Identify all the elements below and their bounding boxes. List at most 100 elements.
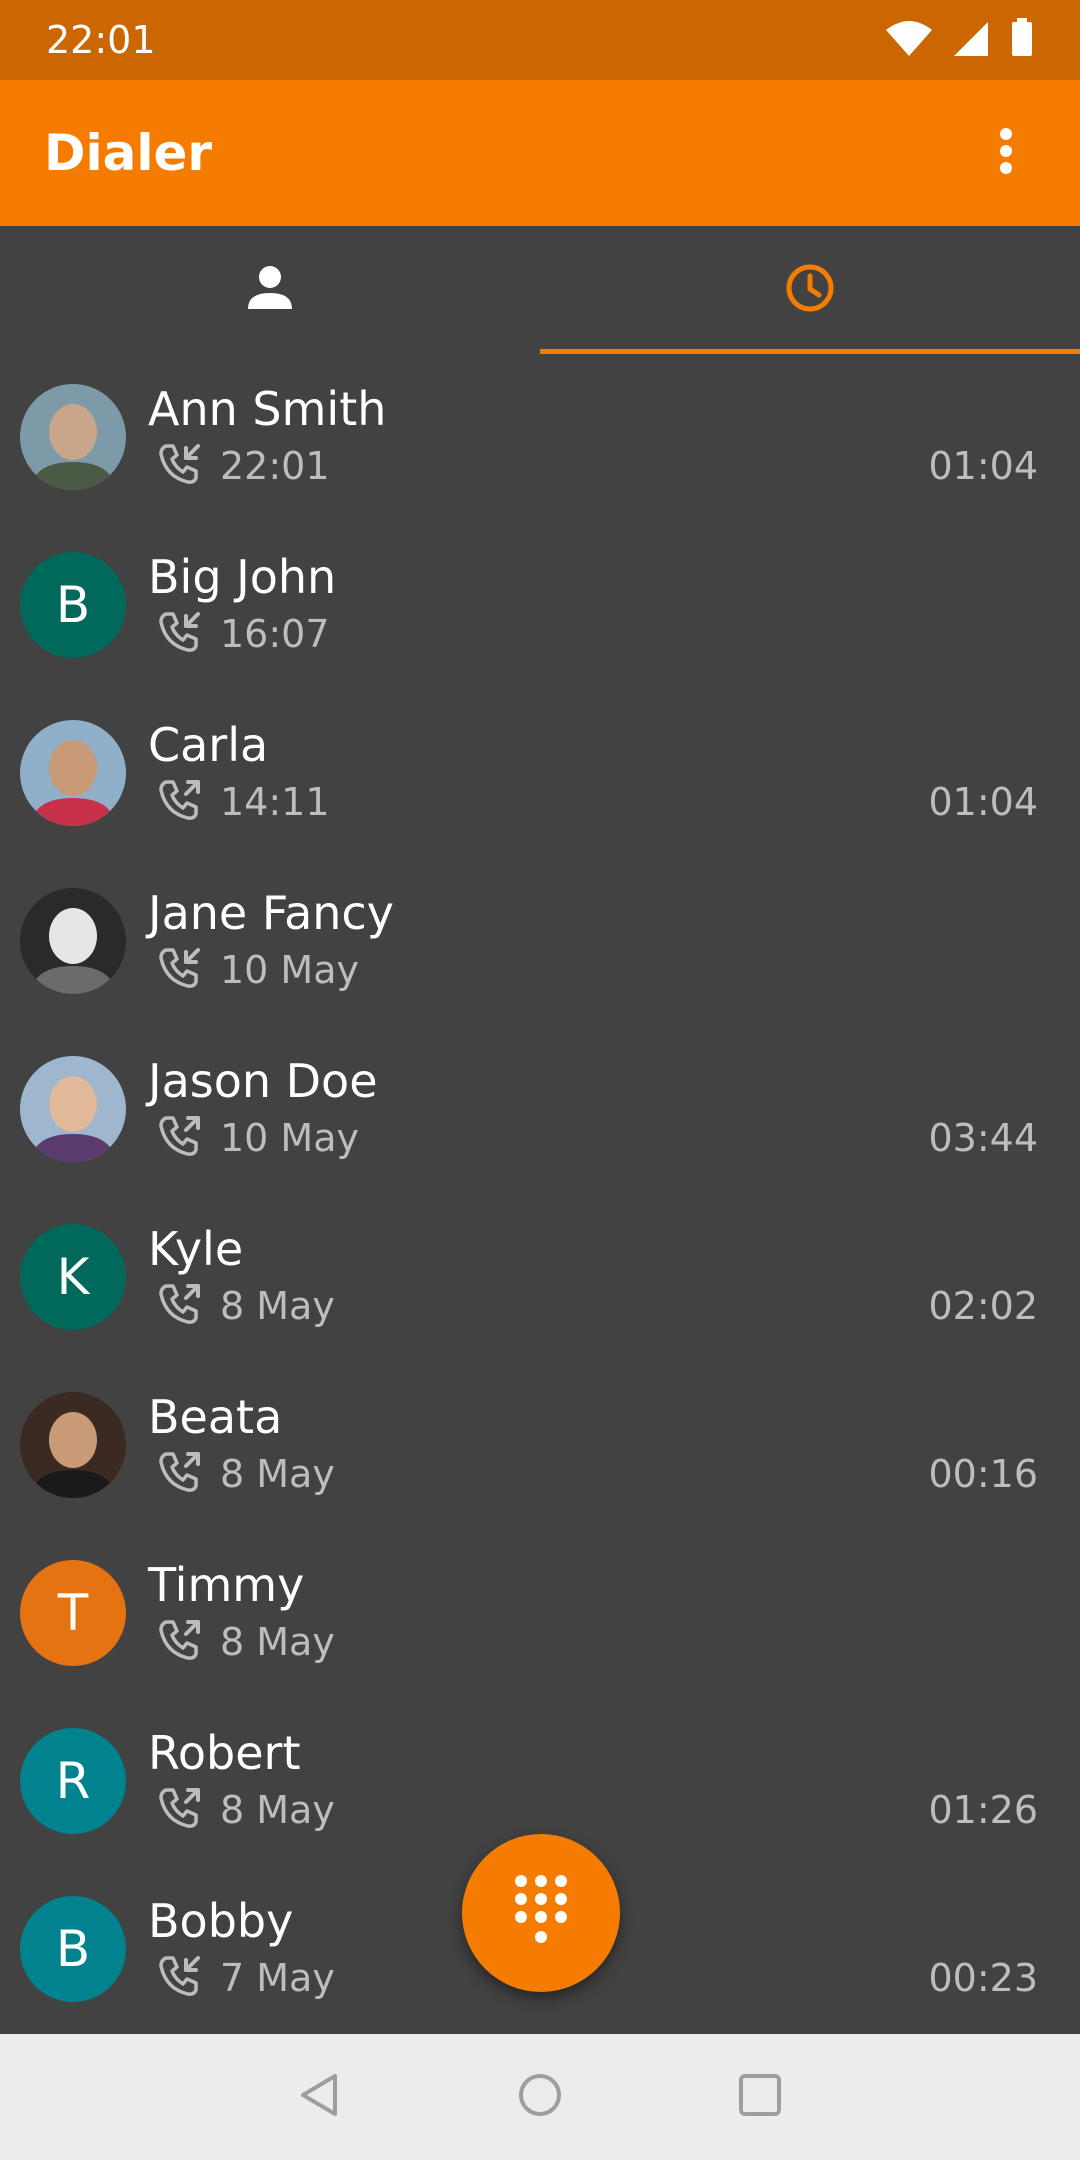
avatar-letter: B	[55, 1920, 91, 1978]
tab-recents[interactable]	[540, 226, 1080, 354]
incoming-call-icon	[156, 440, 204, 492]
navigation-bar	[0, 2034, 1080, 2160]
call-time: 8 May	[220, 1620, 335, 1664]
avatar-photo	[20, 720, 126, 826]
call-info: 10 May	[156, 1112, 359, 1164]
outgoing-call-icon	[156, 1784, 204, 1836]
call-row[interactable]: Jason Doe 10 May 03:44	[0, 1026, 1080, 1194]
back-button[interactable]	[290, 2067, 350, 2127]
outgoing-call-icon	[156, 776, 204, 828]
avatar[interactable]	[20, 384, 126, 490]
call-duration: 01:04	[928, 780, 1038, 824]
call-info: 16:07	[156, 608, 330, 660]
avatar[interactable]: B	[20, 1896, 126, 2002]
call-time: 8 May	[220, 1788, 335, 1832]
call-time: 10 May	[220, 1116, 359, 1160]
app-bar: Dialer	[0, 80, 1080, 226]
call-duration: 00:23	[928, 1956, 1038, 2000]
outgoing-call-icon	[156, 1280, 204, 1332]
call-time: 7 May	[220, 1956, 335, 2000]
call-row[interactable]: Beata 8 May 00:16	[0, 1362, 1080, 1530]
signal-icon	[952, 18, 992, 62]
call-time: 16:07	[220, 612, 330, 656]
call-info: 10 May	[156, 944, 359, 996]
call-time: 8 May	[220, 1452, 335, 1496]
contact-name: Bobby	[148, 1894, 294, 1948]
avatar-letter: R	[55, 1752, 91, 1810]
call-row[interactable]: Carla 14:11 01:04	[0, 690, 1080, 858]
avatar[interactable]	[20, 1056, 126, 1162]
call-log-list: Ann Smith 22:01 01:04 B Big John 16:07 Carla 14…	[0, 354, 1080, 2034]
avatar[interactable]: R	[20, 1728, 126, 1834]
call-duration: 01:26	[928, 1788, 1038, 1832]
call-time: 10 May	[220, 948, 359, 992]
wifi-icon	[884, 18, 934, 62]
more-options-button[interactable]	[976, 123, 1036, 183]
avatar[interactable]	[20, 720, 126, 826]
call-row[interactable]: K Kyle 8 May 02:02	[0, 1194, 1080, 1362]
call-info: 8 May	[156, 1280, 335, 1332]
avatar-photo	[20, 888, 126, 994]
outgoing-call-icon	[156, 1112, 204, 1164]
dialpad-button[interactable]	[462, 1834, 620, 1992]
avatar-letter: T	[57, 1584, 89, 1642]
avatar-photo	[20, 1056, 126, 1162]
avatar-photo	[20, 384, 126, 490]
call-info: 7 May	[156, 1952, 335, 2004]
back-icon	[297, 2072, 343, 2122]
more-vert-icon	[998, 127, 1014, 179]
call-row[interactable]: Ann Smith 22:01 01:04	[0, 354, 1080, 522]
avatar[interactable]	[20, 888, 126, 994]
call-duration: 00:16	[928, 1452, 1038, 1496]
call-info: 8 May	[156, 1616, 335, 1668]
avatar-photo	[20, 1392, 126, 1498]
call-row[interactable]: T Timmy 8 May	[0, 1530, 1080, 1698]
contact-name: Carla	[148, 718, 269, 772]
contact-name: Big John	[148, 550, 337, 604]
person-icon	[245, 263, 295, 317]
recents-icon	[737, 2072, 783, 2122]
contact-name: Ann Smith	[148, 382, 387, 436]
call-time: 22:01	[220, 444, 330, 488]
call-time: 14:11	[220, 780, 330, 824]
call-time: 8 May	[220, 1284, 335, 1328]
incoming-call-icon	[156, 1952, 204, 2004]
call-row[interactable]: B Big John 16:07	[0, 522, 1080, 690]
incoming-call-icon	[156, 608, 204, 660]
contact-name: Beata	[148, 1390, 283, 1444]
dialpad-icon	[513, 1873, 569, 1953]
contact-name: Jason Doe	[148, 1054, 378, 1108]
outgoing-call-icon	[156, 1616, 204, 1668]
call-info: 14:11	[156, 776, 330, 828]
status-bar: 22:01	[0, 0, 1080, 80]
tab-bar	[0, 226, 1080, 354]
app-title: Dialer	[44, 124, 213, 182]
call-duration: 03:44	[928, 1116, 1038, 1160]
avatar-letter: K	[56, 1248, 90, 1306]
call-info: 8 May	[156, 1784, 335, 1836]
battery-icon	[1010, 18, 1034, 62]
incoming-call-icon	[156, 944, 204, 996]
call-info: 8 May	[156, 1448, 335, 1500]
avatar[interactable]: B	[20, 552, 126, 658]
contact-name: Timmy	[148, 1558, 305, 1612]
contact-name: Jane Fancy	[148, 886, 394, 940]
call-duration: 01:04	[928, 444, 1038, 488]
recents-button[interactable]	[730, 2067, 790, 2127]
avatar[interactable]: T	[20, 1560, 126, 1666]
tab-contacts[interactable]	[0, 226, 540, 354]
avatar-letter: B	[55, 576, 91, 634]
home-button[interactable]	[510, 2067, 570, 2127]
home-icon	[517, 2072, 563, 2122]
contact-name: Robert	[148, 1726, 301, 1780]
call-duration: 02:02	[928, 1284, 1038, 1328]
clock-icon	[784, 262, 836, 318]
call-info: 22:01	[156, 440, 330, 492]
outgoing-call-icon	[156, 1448, 204, 1500]
status-time: 22:01	[46, 18, 156, 62]
avatar[interactable]: K	[20, 1224, 126, 1330]
avatar[interactable]	[20, 1392, 126, 1498]
contact-name: Kyle	[148, 1222, 244, 1276]
call-row[interactable]: Jane Fancy 10 May	[0, 858, 1080, 1026]
status-icons	[884, 18, 1034, 62]
